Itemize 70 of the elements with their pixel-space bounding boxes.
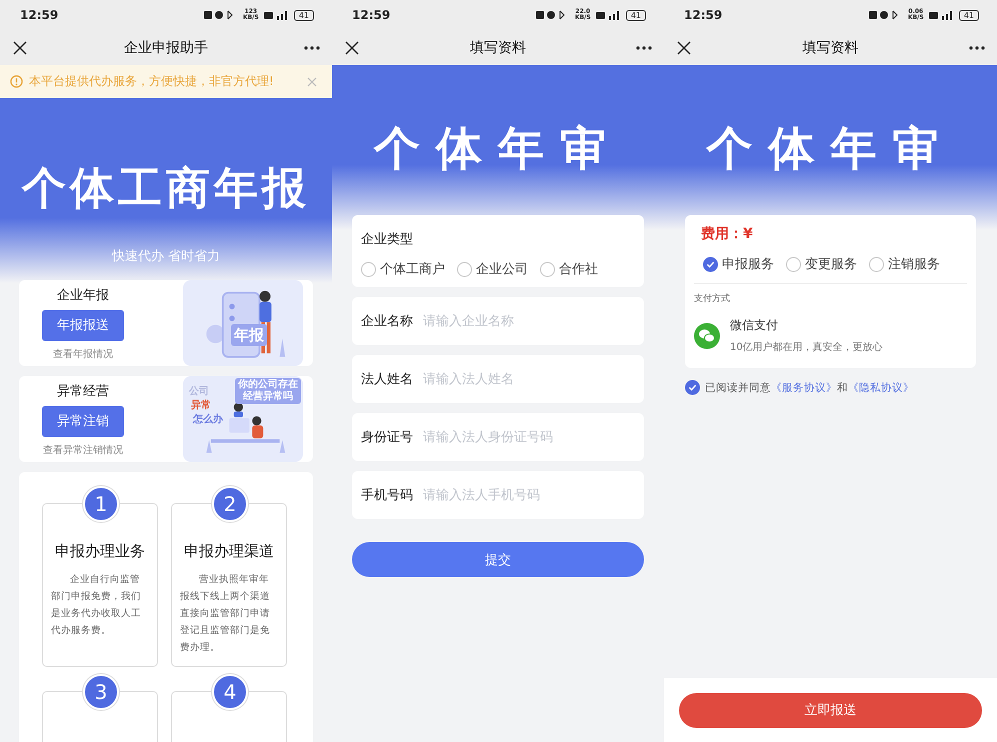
service-button[interactable]: 异常注销 [42, 406, 124, 436]
step-number: 4 [212, 674, 248, 710]
field-label: 身份证号 [352, 413, 423, 461]
check-icon [706, 260, 715, 268]
step-text: 营业执照年审年报线下线上两个渠道直接向监管部门申请登记且监管部门是免费办理。 [180, 573, 271, 655]
notice-text: 本平台提供代办服务，方便快捷，非官方代理! [29, 73, 275, 90]
status-time: 12:59 [684, 8, 722, 22]
service-heading: 企业年报 [57, 286, 109, 304]
signal-icon [596, 10, 622, 20]
illustration-label: 异常 [191, 400, 211, 412]
field-label: 企业类型 [361, 232, 413, 247]
hero-title: 个体年审 [705, 120, 956, 174]
radio-circle[interactable] [540, 262, 555, 276]
input-field[interactable]: 请输入企业名称 [423, 297, 644, 345]
page-title: 填写资料 [470, 38, 526, 56]
illustration-label: 年报 [231, 324, 267, 346]
agreement-link[interactable]: 《隐私协议》 [848, 382, 914, 394]
battery-indicator: 41 [958, 10, 979, 20]
input-field[interactable]: 请输入法人身份证号码 [423, 413, 644, 461]
field-label: 企业名称 [352, 297, 423, 345]
agreement-link[interactable]: 《服务协议》 [771, 382, 837, 394]
page-title: 填写资料 [802, 38, 858, 56]
service-checkbox[interactable] [869, 256, 884, 272]
input-field[interactable]: 请输入法人手机号码 [423, 471, 644, 519]
warning-icon [10, 75, 23, 88]
radio-option[interactable]: 企业公司 [457, 260, 528, 278]
agreement-text: 已阅读并同意《服务协议》和《隐私协议》 [705, 380, 914, 394]
hero-subtitle: 快速代办 省时省力 [110, 248, 222, 266]
service-checkbox[interactable] [703, 256, 718, 272]
agreement-checkbox[interactable] [685, 380, 700, 395]
input-field[interactable]: 请输入法人姓名 [423, 355, 644, 403]
step-title: 申报办理渠道 [183, 542, 275, 561]
step-number: 2 [212, 486, 248, 522]
payment-method-name: 微信支付 [730, 317, 779, 334]
step-title: 申报办理业务 [54, 542, 146, 561]
step-text: 企业自行向监管部门申报免费，我们是业务代办收取人工代办服务费。 [51, 573, 142, 638]
radio-option[interactable]: 个体工商户 [361, 260, 445, 278]
status-link[interactable]: 查看异常注销情况 [43, 442, 123, 456]
hero-title: 个体年审 [372, 120, 623, 174]
service-checkbox[interactable] [786, 256, 801, 272]
hero-title: 个体工商年报 [20, 162, 311, 215]
service-option[interactable]: 申报服务 [703, 255, 774, 273]
radio-option[interactable]: 合作社 [540, 260, 598, 278]
payment-heading: 支付方式 [694, 292, 731, 305]
illustration-label: 怎么办 [193, 414, 223, 426]
field-label: 手机号码 [352, 471, 423, 519]
step-number: 3 [83, 674, 119, 710]
status-time: 12:59 [20, 8, 58, 22]
status-link[interactable]: 查看年报情况 [53, 346, 113, 360]
step-number: 1 [83, 486, 119, 522]
signal-icon [928, 10, 955, 20]
radio-circle[interactable] [457, 262, 472, 276]
payment-method-description: 10亿用户都在用，真安全，更放心 [730, 340, 883, 354]
battery-indicator: 41 [294, 10, 314, 20]
field-label: 法人姓名 [352, 355, 423, 403]
service-heading: 异常经营 [57, 382, 109, 400]
battery-indicator: 41 [626, 10, 646, 20]
signal-icon [264, 10, 290, 20]
submit-button[interactable]: 提交 [352, 542, 644, 577]
check-icon [688, 383, 697, 392]
radio-circle[interactable] [361, 262, 376, 276]
fee-label: 费用：¥ [700, 225, 754, 243]
service-button[interactable]: 年报报送 [42, 310, 124, 340]
submit-button[interactable]: 立即报送 [679, 692, 982, 728]
chat-bubbles-icon [694, 322, 720, 348]
speech-bubble: 你的公司存在经营异常吗 [235, 378, 301, 404]
status-time: 12:59 [352, 8, 390, 22]
service-option[interactable]: 变更服务 [786, 255, 857, 273]
page-title: 企业申报助手 [124, 38, 208, 56]
service-option[interactable]: 注销服务 [869, 255, 940, 273]
